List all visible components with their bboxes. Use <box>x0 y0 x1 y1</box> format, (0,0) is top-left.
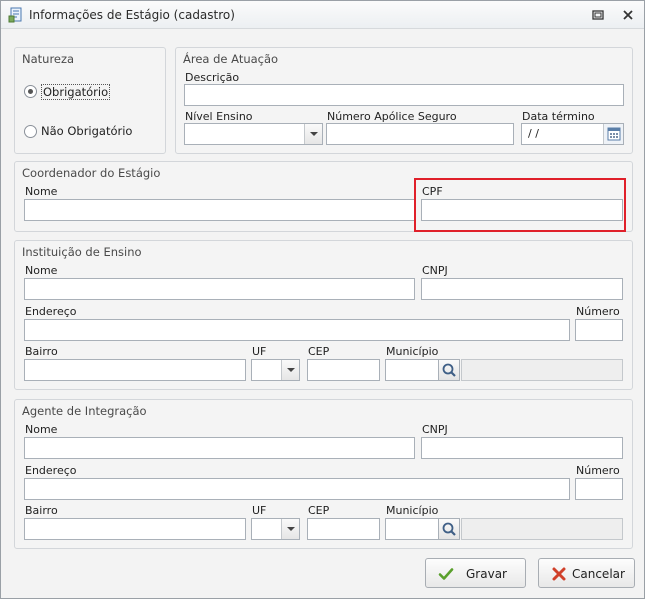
instituicao-nome-input[interactable] <box>24 278 415 300</box>
agente-municipio-code-input[interactable] <box>385 518 439 540</box>
agente-cnpj-input[interactable] <box>421 437 623 459</box>
instituicao-cnpj-input[interactable] <box>421 278 623 300</box>
descricao-input[interactable] <box>184 84 624 106</box>
agente-bairro-label: Bairro <box>25 504 58 517</box>
nivel-ensino-select[interactable] <box>184 123 323 145</box>
apolice-label: Número Apólice Seguro <box>327 110 457 123</box>
coordenador-nome-label: Nome <box>25 185 58 198</box>
agente-uf-dropdown-icon[interactable] <box>281 519 299 539</box>
natureza-group: Natureza Obrigatório Não Obrigatório <box>14 47 166 154</box>
instituicao-municipio-code-input[interactable] <box>385 359 439 381</box>
instituicao-uf-select[interactable] <box>251 359 300 381</box>
area-atuacao-group: Área de Atuação Descrição Nível Ensino N… <box>175 47 633 154</box>
instituicao-cnpj-label: CNPJ <box>422 264 448 277</box>
data-termino-input[interactable]: / / <box>521 123 624 145</box>
instituicao-municipio-name-input <box>461 359 623 381</box>
close-icon[interactable] <box>620 7 636 23</box>
save-button[interactable]: Gravar <box>425 558 526 588</box>
title-bar: Informações de Estágio (cadastro) <box>1 1 644 29</box>
area-title: Área de Atuação <box>183 52 279 66</box>
instituicao-endereco-input[interactable] <box>24 319 570 341</box>
descricao-label: Descrição <box>185 71 240 84</box>
agente-bairro-input[interactable] <box>24 518 246 540</box>
agente-endereco-label: Endereço <box>25 464 77 477</box>
data-termino-value: / / <box>528 127 539 140</box>
instituicao-uf-label: UF <box>252 345 267 358</box>
instituicao-cep-label: CEP <box>308 345 330 358</box>
agente-cep-label: CEP <box>308 504 330 517</box>
agente-uf-label: UF <box>252 504 267 517</box>
checkmark-icon <box>438 568 454 580</box>
instituicao-group: Instituição de Ensino Nome CNPJ Endereço… <box>14 240 633 390</box>
agente-title: Agente de Integração <box>22 404 147 418</box>
obrigatorio-label[interactable]: Obrigatório <box>41 84 111 100</box>
agente-municipio-label: Município <box>386 504 439 517</box>
coordenador-title: Coordenador do Estágio <box>22 166 161 180</box>
dialog-window: Informações de Estágio (cadastro) Nature… <box>0 0 645 599</box>
agente-municipio-name-input <box>461 518 623 540</box>
cancel-button[interactable]: Cancelar <box>538 558 635 588</box>
instituicao-endereco-label: Endereço <box>25 305 77 318</box>
agente-uf-select[interactable] <box>251 518 300 540</box>
nao-obrigatorio-radio[interactable] <box>24 125 37 138</box>
instituicao-bairro-input[interactable] <box>24 359 246 381</box>
agente-group: Agente de Integração Nome CNPJ Endereço … <box>14 399 633 549</box>
agente-cep-input[interactable] <box>307 518 380 540</box>
agente-nome-input[interactable] <box>24 437 415 459</box>
instituicao-numero-label: Número <box>576 305 620 318</box>
agente-nome-label: Nome <box>25 423 58 436</box>
obrigatorio-radio[interactable] <box>24 85 37 98</box>
instituicao-uf-dropdown-icon[interactable] <box>281 360 299 380</box>
instituicao-cep-input[interactable] <box>307 359 380 381</box>
instituicao-municipio-label: Município <box>386 345 439 358</box>
agente-cnpj-label: CNPJ <box>422 423 448 436</box>
coordenador-nome-input[interactable] <box>24 199 415 221</box>
agente-numero-input[interactable] <box>575 478 623 500</box>
agente-numero-label: Número <box>576 464 620 477</box>
instituicao-bairro-label: Bairro <box>25 345 58 358</box>
nao-obrigatorio-label[interactable]: Não Obrigatório <box>41 124 132 138</box>
save-button-label: Gravar <box>466 567 507 581</box>
nivel-ensino-dropdown-icon[interactable] <box>304 124 322 144</box>
instituicao-numero-input[interactable] <box>575 319 623 341</box>
apolice-input[interactable] <box>326 123 514 145</box>
agente-municipio-search-icon[interactable] <box>438 518 460 540</box>
nivel-ensino-label: Nível Ensino <box>185 110 253 123</box>
instituicao-title: Instituição de Ensino <box>22 245 142 259</box>
cancel-button-label: Cancelar <box>572 567 625 581</box>
cpf-highlight-box <box>414 178 626 232</box>
instituicao-municipio-search-icon[interactable] <box>438 359 460 381</box>
natureza-title: Natureza <box>22 52 75 66</box>
form-document-icon <box>8 7 22 23</box>
agente-endereco-input[interactable] <box>24 478 570 500</box>
restore-icon[interactable] <box>590 7 606 23</box>
instituicao-nome-label: Nome <box>25 264 58 277</box>
data-termino-label: Data término <box>522 110 595 123</box>
cancel-x-icon <box>552 567 566 581</box>
window-title: Informações de Estágio (cadastro) <box>29 8 235 22</box>
calendar-icon[interactable] <box>603 124 623 144</box>
